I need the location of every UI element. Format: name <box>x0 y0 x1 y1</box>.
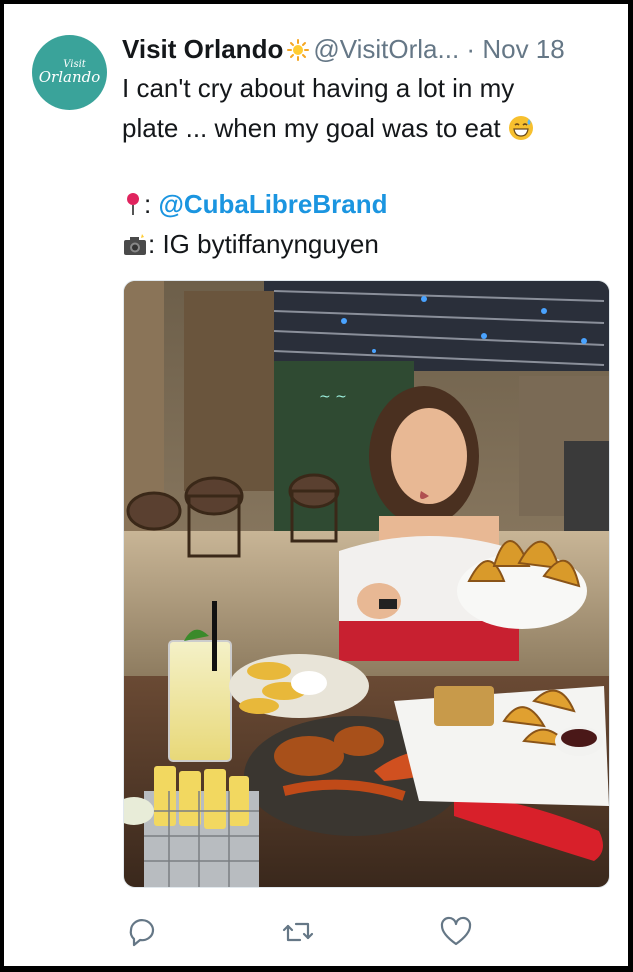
tweet-actions <box>4 912 628 952</box>
camera-line: : IG bytiffanynguyen <box>122 224 612 264</box>
camera-text: : IG bytiffanynguyen <box>148 229 379 259</box>
heart-icon <box>440 916 472 946</box>
tweet-text-line-2-content: plate ... when my goal was to eat <box>122 113 501 143</box>
tweet-text: I can't cry about having a lot in my pla… <box>122 68 612 264</box>
restaurant-food-photo: ~ ~ <box>124 281 609 887</box>
mention-link[interactable]: @CubaLibreBrand <box>158 189 387 219</box>
sun-emoji-icon <box>287 35 310 61</box>
grinning-sweat-emoji-icon <box>508 112 534 152</box>
round-pushpin-icon <box>122 188 144 228</box>
avatar-text-orlando: Orlando <box>38 68 101 86</box>
like-button[interactable] <box>436 912 476 952</box>
reply-icon <box>129 919 155 947</box>
tweet-text-line-2: plate ... when my goal was to eat <box>122 108 612 148</box>
author-name[interactable]: Visit Orlando <box>122 34 283 64</box>
tweet-text-spacer <box>122 148 612 184</box>
tweet-card: Visit Orlando Visit Orlando @VisitOrla...… <box>4 4 628 966</box>
camera-flash-icon <box>122 228 148 268</box>
author-handle[interactable]: @VisitOrla... <box>313 34 459 64</box>
tweet-photo[interactable]: ~ ~ <box>123 280 610 888</box>
retweet-icon <box>282 922 314 942</box>
location-line: : @CubaLibreBrand <box>122 184 612 224</box>
tweet-date[interactable]: Nov 18 <box>482 34 564 64</box>
separator-dot: · <box>466 34 476 64</box>
tweet-text-line-1: I can't cry about having a lot in my <box>122 73 515 103</box>
avatar[interactable]: Visit Orlando <box>32 35 107 110</box>
location-separator: : <box>144 189 152 219</box>
svg-text:~ ~: ~ ~ <box>319 389 347 405</box>
tweet-header: Visit Orlando @VisitOrla... · Nov 18 <box>122 32 614 66</box>
retweet-button[interactable] <box>278 912 318 952</box>
reply-button[interactable] <box>122 912 162 952</box>
